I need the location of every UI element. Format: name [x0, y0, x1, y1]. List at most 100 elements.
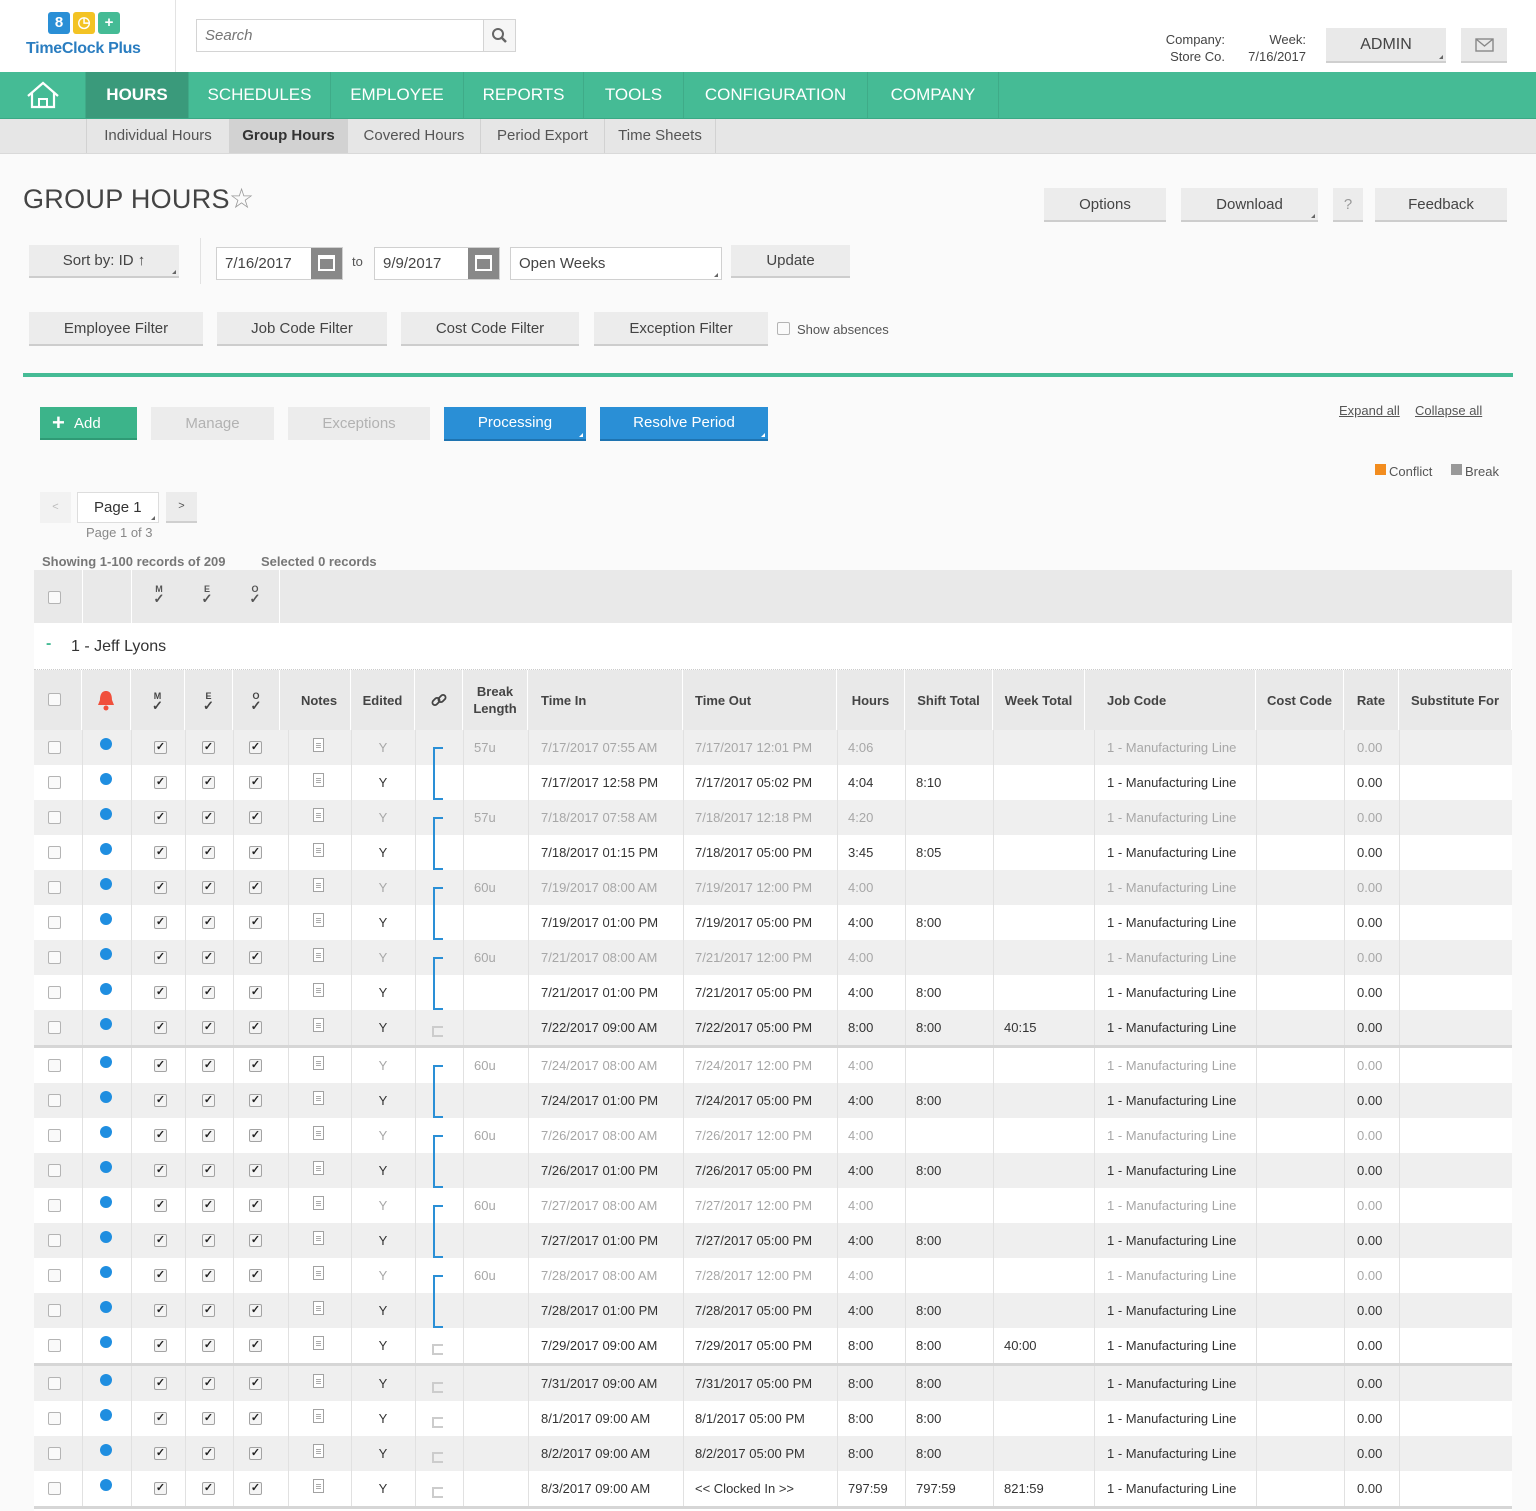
manager-approved-checkbox[interactable]: ✓ [154, 1304, 167, 1317]
employee-approved-checkbox[interactable]: ✓ [202, 846, 215, 859]
table-row[interactable]: ✓ ✓ ✓ Y 57u 7/18/2017 07:58 AM 7/18/2017 12:18… [34, 800, 1512, 870]
exceptions-button[interactable]: Exceptions [288, 407, 430, 440]
page-select[interactable]: Page 1 [77, 492, 159, 523]
nav-employee[interactable]: EMPLOYEE [331, 72, 464, 118]
manager-approved-checkbox[interactable]: ✓ [154, 1059, 167, 1072]
employee-approved-checkbox[interactable]: ✓ [202, 1447, 215, 1460]
other-approved-checkbox[interactable]: ✓ [249, 1377, 262, 1390]
nav-reports[interactable]: REPORTS [464, 72, 584, 118]
table-row[interactable]: ✓ ✓ ✓ Y 7/26/2017 01:00 PM 7/26/2017 05:00 PM… [34, 1153, 1512, 1188]
other-approve-all-icon[interactable]: O ✓ [244, 583, 266, 605]
employee-approved-checkbox[interactable]: ✓ [202, 1377, 215, 1390]
col-time-out[interactable]: Time Out [683, 670, 837, 730]
nav-hours[interactable]: HOURS [86, 72, 189, 118]
other-approved-checkbox[interactable]: ✓ [249, 811, 262, 824]
resolve-period-button[interactable]: Resolve Period [600, 407, 768, 441]
manager-approved-checkbox[interactable]: ✓ [154, 1199, 167, 1212]
row-select-checkbox[interactable] [48, 811, 61, 824]
period-select[interactable]: Open Weeks [510, 247, 722, 280]
manager-approved-checkbox[interactable]: ✓ [154, 951, 167, 964]
other-approved-checkbox[interactable]: ✓ [249, 1447, 262, 1460]
subnav-covered-hours[interactable]: Covered Hours [347, 119, 480, 153]
other-approved-checkbox[interactable]: ✓ [249, 1339, 262, 1352]
other-approved-checkbox[interactable]: ✓ [249, 1094, 262, 1107]
table-row[interactable]: ✓ ✓ ✓ Y 60u 7/27/2017 08:00 AM 7/27/2017 12:00… [34, 1188, 1512, 1258]
job-code-filter-button[interactable]: Job Code Filter [217, 312, 387, 346]
other-approved-checkbox[interactable]: ✓ [249, 1129, 262, 1142]
date-from-field[interactable]: 7/16/2017 [216, 247, 343, 280]
update-button[interactable]: Update [731, 245, 850, 278]
table-row[interactable]: ✓ ✓ ✓ Y 60u 7/28/2017 08:00 AM 7/28/2017 12:00… [34, 1258, 1512, 1328]
row-select-checkbox[interactable] [48, 1304, 61, 1317]
employee-approved-checkbox[interactable]: ✓ [202, 811, 215, 824]
table-row[interactable]: ✓ ✓ ✓ Y 7/24/2017 01:00 PM 7/24/2017 05:00 PM… [34, 1083, 1512, 1118]
employee-approved-checkbox[interactable]: ✓ [202, 916, 215, 929]
note-icon[interactable] [313, 948, 324, 962]
col-edited[interactable]: Edited [351, 670, 415, 730]
manager-approved-checkbox[interactable]: ✓ [154, 776, 167, 789]
row-select-checkbox[interactable] [48, 846, 61, 859]
other-approved-checkbox[interactable]: ✓ [249, 986, 262, 999]
note-icon[interactable] [313, 1231, 324, 1245]
subnav-individual-hours[interactable]: Individual Hours [86, 119, 229, 153]
date-to-calendar-button[interactable] [468, 248, 499, 279]
col-substitute-for[interactable]: Substitute For [1399, 670, 1512, 730]
row-select-checkbox[interactable] [48, 1447, 61, 1460]
employee-filter-button[interactable]: Employee Filter [29, 312, 203, 346]
note-icon[interactable] [313, 738, 324, 752]
employee-approved-checkbox[interactable]: ✓ [202, 1269, 215, 1282]
next-page-button[interactable]: > [166, 492, 197, 523]
employee-approved-checkbox[interactable]: ✓ [202, 741, 215, 754]
manager-approved-checkbox[interactable]: ✓ [154, 1377, 167, 1390]
subnav-group-hours[interactable]: Group Hours [229, 119, 347, 153]
row-select-checkbox[interactable] [48, 1234, 61, 1247]
note-icon[interactable] [313, 1336, 324, 1350]
help-button[interactable]: ? [1333, 188, 1363, 222]
table-row[interactable]: ✓ ✓ ✓ Y 8/2/2017 09:00 AM 8/2/2017 05:00 PM 8:… [34, 1436, 1512, 1471]
row-select-checkbox[interactable] [48, 1094, 61, 1107]
other-approved-checkbox[interactable]: ✓ [249, 951, 262, 964]
col-shift-total[interactable]: Shift Total [905, 670, 993, 730]
employee-approved-checkbox[interactable]: ✓ [202, 951, 215, 964]
search-input[interactable] [197, 20, 483, 51]
manager-approved-checkbox[interactable]: ✓ [154, 986, 167, 999]
employee-approved-checkbox[interactable]: ✓ [202, 776, 215, 789]
row-select-checkbox[interactable] [48, 951, 61, 964]
other-approved-checkbox[interactable]: ✓ [249, 741, 262, 754]
collapse-group-toggle[interactable]: - [46, 635, 51, 653]
row-select-checkbox[interactable] [48, 1199, 61, 1212]
other-approved-checkbox[interactable]: ✓ [249, 1482, 262, 1495]
row-select-checkbox[interactable] [48, 1129, 61, 1142]
other-approved-checkbox[interactable]: ✓ [249, 1059, 262, 1072]
show-absences-checkbox[interactable] [777, 322, 790, 335]
nav-home[interactable] [0, 72, 86, 118]
col-cost-code[interactable]: Cost Code [1256, 670, 1344, 730]
employee-approved-checkbox[interactable]: ✓ [202, 1021, 215, 1034]
employee-approved-checkbox[interactable]: ✓ [202, 1059, 215, 1072]
note-icon[interactable] [313, 1409, 324, 1423]
note-icon[interactable] [313, 1091, 324, 1105]
col-job-code[interactable]: Job Code [1094, 670, 1256, 730]
nav-configuration[interactable]: CONFIGURATION [684, 72, 868, 118]
row-select-checkbox[interactable] [48, 1339, 61, 1352]
manager-approved-checkbox[interactable]: ✓ [154, 916, 167, 929]
note-icon[interactable] [313, 773, 324, 787]
table-row[interactable]: ✓ ✓ ✓ Y 8/3/2017 09:00 AM << Clocked In >> 797… [34, 1471, 1512, 1506]
employee-approve-all-icon[interactable]: E ✓ [196, 583, 218, 605]
processing-button[interactable]: Processing [444, 407, 586, 441]
other-approved-checkbox[interactable]: ✓ [249, 1412, 262, 1425]
row-select-checkbox[interactable] [48, 776, 61, 789]
other-approved-checkbox[interactable]: ✓ [249, 881, 262, 894]
note-icon[interactable] [313, 843, 324, 857]
row-select-checkbox[interactable] [48, 1021, 61, 1034]
note-icon[interactable] [313, 1444, 324, 1458]
table-row[interactable]: ✓ ✓ ✓ Y 8/1/2017 09:00 AM 8/1/2017 05:00 PM 8:… [34, 1401, 1512, 1436]
employee-approved-checkbox[interactable]: ✓ [202, 1304, 215, 1317]
subnav-time-sheets[interactable]: Time Sheets [604, 119, 716, 153]
manager-approved-checkbox[interactable]: ✓ [154, 1412, 167, 1425]
nav-schedules[interactable]: SCHEDULES [189, 72, 331, 118]
manager-approved-checkbox[interactable]: ✓ [154, 846, 167, 859]
col-break-length[interactable]: Break Length [463, 670, 528, 730]
other-approved-checkbox[interactable]: ✓ [249, 1199, 262, 1212]
employee-approved-checkbox[interactable]: ✓ [202, 1094, 215, 1107]
